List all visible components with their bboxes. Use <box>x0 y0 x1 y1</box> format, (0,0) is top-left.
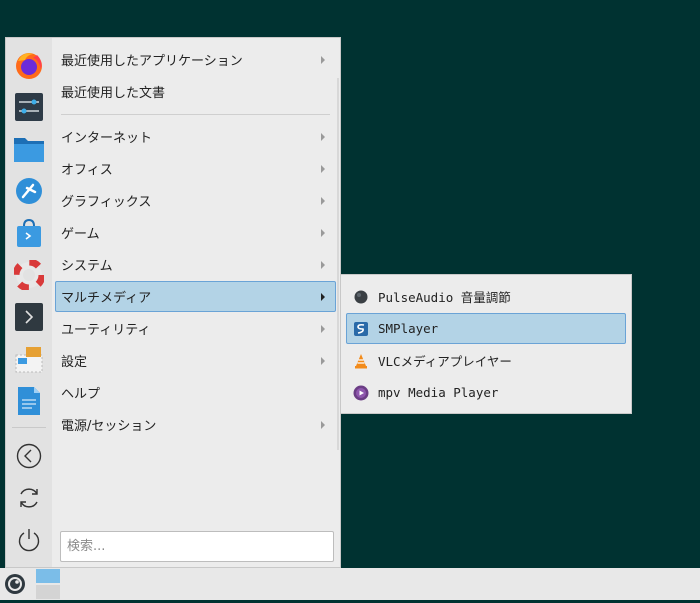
category-utilities[interactable]: ユーティリティ <box>55 313 336 344</box>
category-power-session[interactable]: 電源/セッション <box>55 409 336 440</box>
multimedia-submenu: PulseAudio 音量調節 SMPlayer VLCメディアプレイヤー mp… <box>340 274 632 414</box>
category-games[interactable]: ゲーム <box>55 217 336 248</box>
restart-icon[interactable] <box>13 482 45 514</box>
desktop-pager-icon[interactable] <box>36 569 60 599</box>
category-recent-applications[interactable]: 最近使用したアプリケーション <box>55 44 336 75</box>
category-help[interactable]: ヘルプ <box>55 377 336 408</box>
category-label: マルチメディア <box>61 291 152 306</box>
firefox-icon[interactable] <box>13 49 45 81</box>
category-label: 最近使用した文書 <box>61 86 166 101</box>
category-multimedia[interactable]: マルチメディア <box>55 281 336 312</box>
category-label: オフィス <box>61 163 113 178</box>
vlc-cone-icon <box>353 353 369 369</box>
category-graphics[interactable]: グラフィックス <box>55 185 336 216</box>
chevron-right-icon <box>321 324 325 333</box>
package-installer-icon[interactable] <box>13 343 45 375</box>
chevron-right-icon <box>321 356 325 365</box>
submenu-item-pulseaudio[interactable]: PulseAudio 音量調節 <box>346 281 626 312</box>
pulseaudio-icon <box>353 289 369 305</box>
settings-sliders-icon[interactable] <box>13 91 45 123</box>
submenu-item-label: SMPlayer <box>378 321 439 336</box>
shutdown-icon[interactable] <box>13 524 45 556</box>
favorites-bar <box>6 38 52 567</box>
start-menu-icon[interactable] <box>4 573 26 595</box>
submenu-item-label: VLCメディアプレイヤー <box>378 354 512 369</box>
shopping-bag-store-icon[interactable] <box>13 217 45 249</box>
terminal-icon[interactable] <box>13 301 45 333</box>
category-label: ゲーム <box>61 227 100 242</box>
category-recent-documents[interactable]: 最近使用した文書 <box>55 76 336 107</box>
chevron-right-icon <box>321 55 325 64</box>
file-manager-folder-icon[interactable] <box>13 133 45 165</box>
menu-scrollbar[interactable] <box>337 78 339 450</box>
chevron-right-icon <box>321 164 325 173</box>
category-settings[interactable]: 設定 <box>55 345 336 376</box>
submenu-item-label: PulseAudio 音量調節 <box>378 290 511 305</box>
chevron-right-icon <box>321 228 325 237</box>
category-internet[interactable]: インターネット <box>55 121 336 152</box>
search-input[interactable] <box>60 531 334 562</box>
category-label: 設定 <box>61 355 88 370</box>
category-label: グラフィックス <box>61 195 152 210</box>
category-label: システム <box>61 259 113 274</box>
category-system[interactable]: システム <box>55 249 336 280</box>
chevron-right-icon <box>321 260 325 269</box>
mpv-icon <box>353 385 369 401</box>
category-label: インターネット <box>61 131 153 146</box>
software-center-icon[interactable] <box>13 175 45 207</box>
chevron-right-icon <box>321 196 325 205</box>
submenu-item-mpv[interactable]: mpv Media Player <box>346 377 626 408</box>
submenu-item-vlc[interactable]: VLCメディアプレイヤー <box>346 345 626 376</box>
taskbar <box>0 568 700 600</box>
help-lifebuoy-icon[interactable] <box>13 259 45 291</box>
submenu-item-smplayer[interactable]: SMPlayer <box>346 313 626 344</box>
category-label: ユーティリティ <box>61 323 151 338</box>
category-label: 電源/セッション <box>61 419 157 434</box>
application-menu: 最近使用したアプリケーション 最近使用した文書 インターネット オフィス グラフ… <box>5 37 341 568</box>
chevron-right-icon <box>321 292 325 301</box>
text-editor-icon[interactable] <box>13 385 45 417</box>
submenu-item-label: mpv Media Player <box>378 385 499 400</box>
logout-back-icon[interactable] <box>13 440 45 472</box>
chevron-right-icon <box>321 132 325 141</box>
category-label: 最近使用したアプリケーション <box>61 54 243 69</box>
smplayer-icon <box>353 321 369 337</box>
category-office[interactable]: オフィス <box>55 153 336 184</box>
chevron-right-icon <box>321 420 325 429</box>
favorites-separator <box>12 427 46 428</box>
menu-separator <box>61 114 330 115</box>
category-label: ヘルプ <box>61 387 101 402</box>
